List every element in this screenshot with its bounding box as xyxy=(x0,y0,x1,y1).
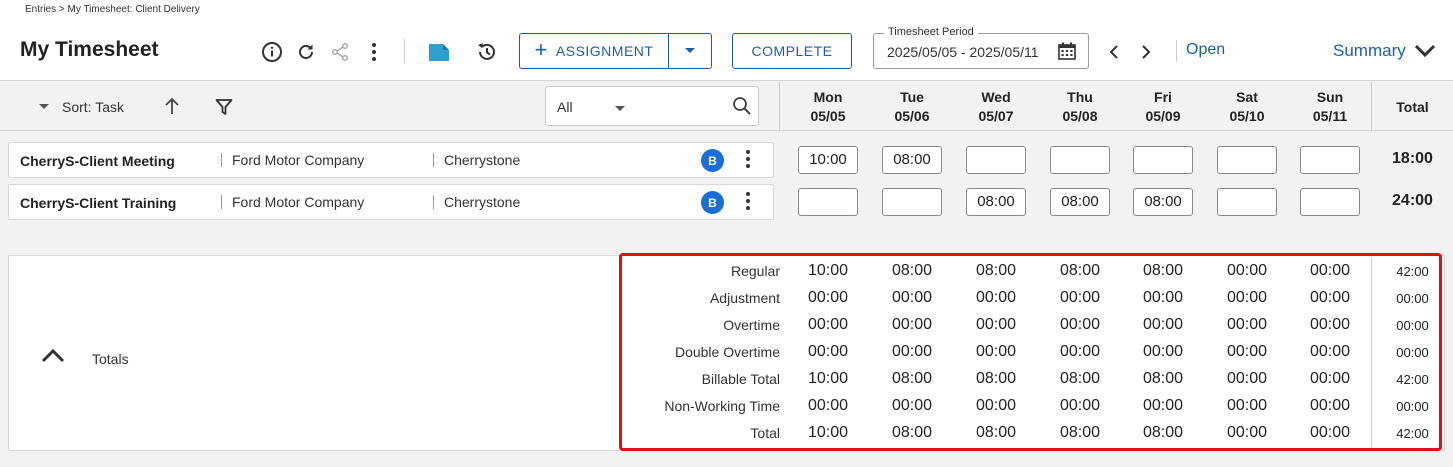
highlight-box xyxy=(619,253,1442,451)
task-row[interactable]: CherryS-Client Meeting Ford Motor Company… xyxy=(8,142,774,178)
toolbar-divider xyxy=(404,39,405,63)
time-entry-input[interactable] xyxy=(1300,188,1360,216)
time-entry-input[interactable]: 08:00 xyxy=(966,188,1026,216)
sort-label: Sort: Task xyxy=(62,99,124,115)
info-icon[interactable] xyxy=(260,40,284,64)
time-entry-input[interactable] xyxy=(1050,146,1110,174)
client-name: Ford Motor Company xyxy=(221,195,364,209)
complete-button[interactable]: COMPLETE xyxy=(732,33,852,69)
search-icon[interactable] xyxy=(732,96,752,121)
summary-toggle[interactable]: Summary xyxy=(1333,41,1436,61)
task-name[interactable]: CherryS-Client Meeting xyxy=(20,153,175,169)
share-icon[interactable] xyxy=(328,40,352,64)
time-entry-input[interactable] xyxy=(882,188,942,216)
row-total: 18:00 xyxy=(1392,150,1433,167)
timesheet-period-value: 2025/05/05 - 2025/05/11 xyxy=(887,44,1039,60)
assignment-button-group: + ASSIGNMENT xyxy=(519,33,712,69)
totals-label: Totals xyxy=(92,351,129,367)
more-vertical-icon[interactable] xyxy=(745,191,751,216)
day-of-week: Tue xyxy=(900,89,924,105)
project-name: Cherrystone xyxy=(433,195,520,209)
filter-select-value[interactable]: All xyxy=(557,99,573,115)
project-name: Cherrystone xyxy=(433,153,520,167)
sort-up-icon[interactable] xyxy=(160,94,184,118)
client-name: Ford Motor Company xyxy=(221,153,364,167)
time-entry-input[interactable]: 08:00 xyxy=(1133,188,1193,216)
day-of-week: Sun xyxy=(1316,89,1344,105)
timesheet-period-label: Timesheet Period xyxy=(884,26,978,38)
day-date: 05/10 xyxy=(1229,108,1265,124)
chevron-down-icon xyxy=(1414,44,1435,58)
time-entry-input[interactable]: 08:00 xyxy=(882,146,942,174)
timesheet-period-field[interactable]: Timesheet Period 2025/05/05 - 2025/05/11 xyxy=(873,26,1089,69)
time-entry-input[interactable] xyxy=(966,146,1026,174)
day-header: Thu 05/08 xyxy=(1038,88,1122,126)
day-date: 05/11 xyxy=(1312,108,1348,124)
document-icon[interactable] xyxy=(427,40,451,64)
time-entry-input[interactable] xyxy=(1133,146,1193,174)
more-vertical-icon[interactable] xyxy=(364,40,384,64)
filter-search-box[interactable]: All xyxy=(545,86,759,126)
status-divider xyxy=(1176,40,1177,62)
plus-icon: + xyxy=(534,37,548,62)
task-row[interactable]: CherryS-Client Training Ford Motor Compan… xyxy=(8,184,774,220)
refresh-icon[interactable] xyxy=(294,40,318,64)
day-date: 05/07 xyxy=(978,108,1014,124)
top-bar xyxy=(0,0,1453,81)
day-date: 05/08 xyxy=(1062,108,1098,124)
chevron-down-icon[interactable] xyxy=(614,100,626,118)
breadcrumb[interactable]: Entries > My Timesheet: Client Delivery xyxy=(25,4,200,15)
assignment-label: ASSIGNMENT xyxy=(555,43,654,59)
day-date: 05/09 xyxy=(1145,108,1181,124)
day-date: 05/06 xyxy=(894,108,930,124)
calendar-icon[interactable] xyxy=(1058,42,1076,65)
day-date: 05/05 xyxy=(810,108,846,124)
chevron-down-icon xyxy=(685,48,695,53)
total-column-header: Total xyxy=(1396,99,1429,115)
grid-divider xyxy=(779,82,780,131)
billable-badge: B xyxy=(701,191,724,214)
chevron-left-icon[interactable] xyxy=(1104,40,1124,64)
task-name[interactable]: CherryS-Client Training xyxy=(20,195,176,211)
time-entry-input[interactable] xyxy=(798,188,858,216)
page-title: My Timesheet xyxy=(20,38,159,61)
status-link[interactable]: Open xyxy=(1186,41,1225,59)
add-assignment-button[interactable]: + ASSIGNMENT xyxy=(520,34,669,68)
history-icon[interactable] xyxy=(474,39,500,65)
time-entry-input[interactable] xyxy=(1300,146,1360,174)
day-header: Fri 05/09 xyxy=(1121,88,1205,126)
time-entry-input[interactable]: 08:00 xyxy=(1050,188,1110,216)
sort-control[interactable]: Sort: Task xyxy=(38,99,124,115)
filter-icon[interactable] xyxy=(212,95,236,119)
time-entry-input[interactable] xyxy=(1217,188,1277,216)
time-entry-input[interactable]: 10:00 xyxy=(798,146,858,174)
day-of-week: Thu xyxy=(1067,89,1093,105)
chevron-right-icon[interactable] xyxy=(1136,40,1156,64)
row-total: 24:00 xyxy=(1392,192,1433,209)
summary-label: Summary xyxy=(1333,41,1406,60)
time-entry-input[interactable] xyxy=(1217,146,1277,174)
day-of-week: Fri xyxy=(1154,89,1172,105)
assignment-dropdown-button[interactable] xyxy=(669,34,711,68)
chevron-down-icon xyxy=(39,104,49,109)
day-header: Sat 05/10 xyxy=(1205,88,1289,126)
more-vertical-icon[interactable] xyxy=(745,149,751,174)
day-header: Wed 05/07 xyxy=(954,88,1038,126)
day-of-week: Wed xyxy=(981,89,1011,105)
day-of-week: Sat xyxy=(1236,89,1258,105)
day-header: Mon 05/05 xyxy=(786,88,870,126)
chevron-up-icon[interactable] xyxy=(40,346,66,369)
billable-badge: B xyxy=(701,149,724,172)
day-header: Sun 05/11 xyxy=(1288,88,1372,126)
day-of-week: Mon xyxy=(813,89,843,105)
day-header: Tue 05/06 xyxy=(870,88,954,126)
